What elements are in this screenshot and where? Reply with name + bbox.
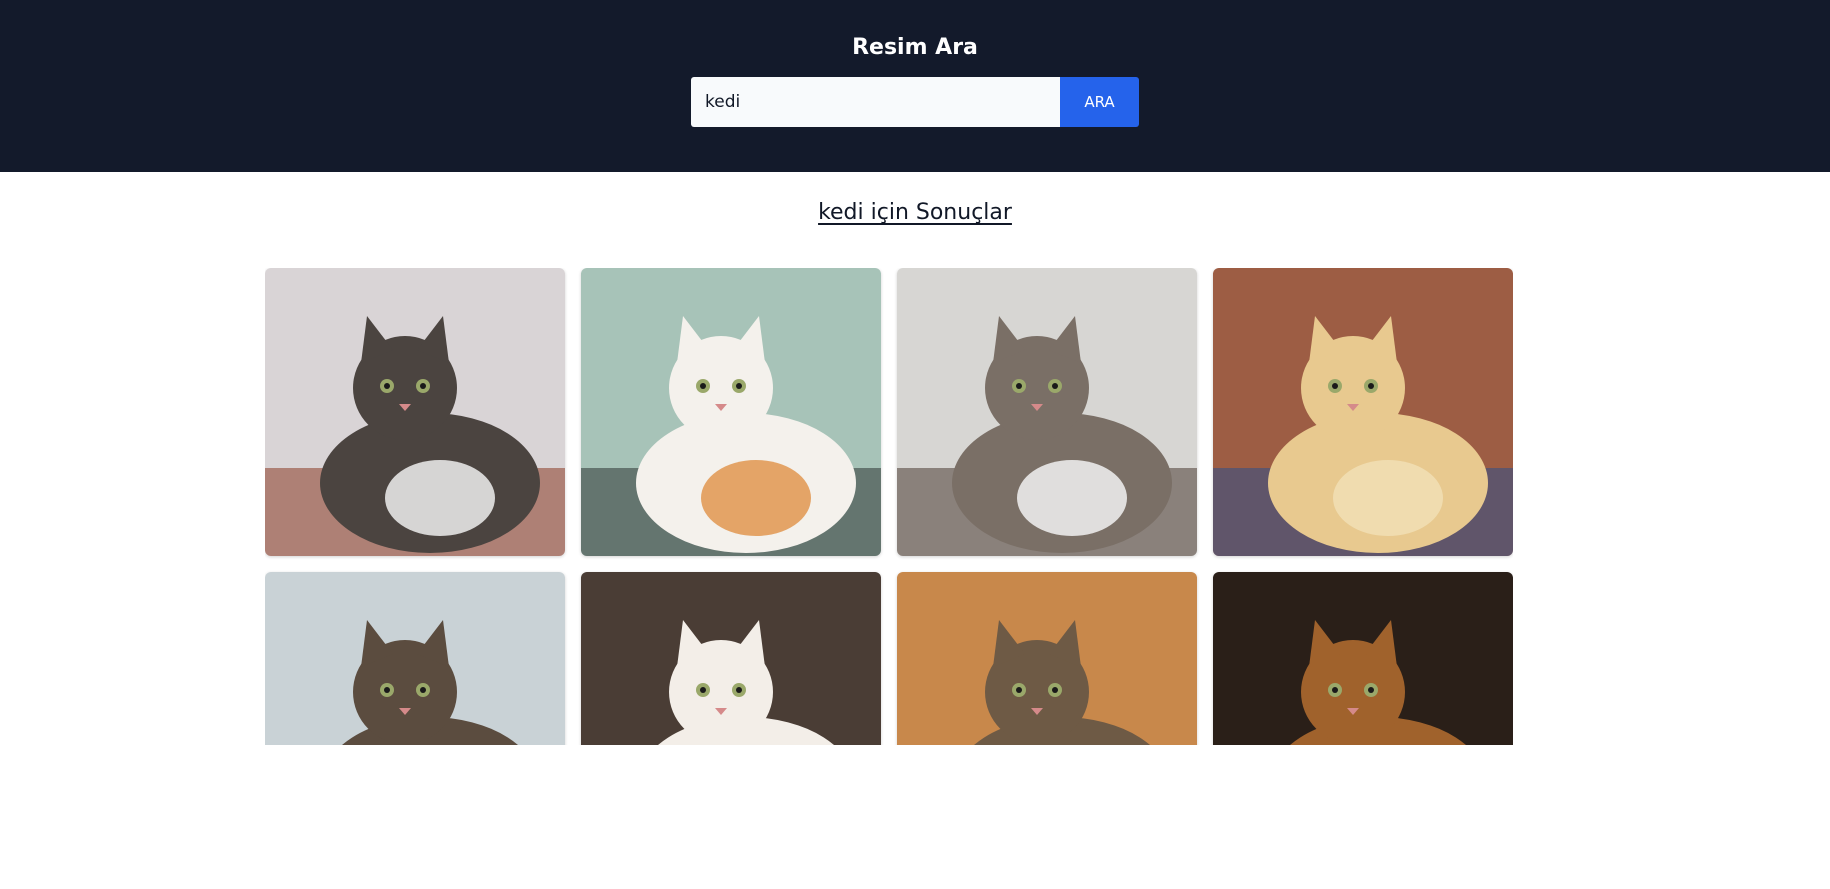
result-image-card[interactable] (897, 572, 1197, 745)
result-image-card[interactable] (581, 268, 881, 556)
results-grid-viewport (265, 268, 1513, 745)
app-header: Resim Ara ARA (0, 0, 1830, 172)
results-heading[interactable]: kedi için Sonuçlar (818, 200, 1012, 225)
cat-photo (1213, 572, 1513, 745)
search-input[interactable] (691, 77, 1060, 127)
results-heading-wrap: kedi için Sonuçlar (0, 197, 1830, 237)
cat-photo (581, 572, 881, 745)
cat-photo (265, 572, 565, 745)
cat-photo (897, 572, 1197, 745)
result-image-card[interactable] (897, 268, 1197, 556)
result-image-card[interactable] (1213, 572, 1513, 745)
result-image-card[interactable] (265, 268, 565, 556)
app-title: Resim Ara (852, 35, 978, 60)
cat-photo (1213, 268, 1513, 556)
search-form: ARA (691, 77, 1139, 127)
result-image-card[interactable] (581, 572, 881, 745)
result-image-card[interactable] (1213, 268, 1513, 556)
cat-photo (581, 268, 881, 556)
cat-photo (265, 268, 565, 556)
results-grid (265, 268, 1513, 745)
search-button[interactable]: ARA (1060, 77, 1139, 127)
result-image-card[interactable] (265, 572, 565, 745)
cat-photo (897, 268, 1197, 556)
